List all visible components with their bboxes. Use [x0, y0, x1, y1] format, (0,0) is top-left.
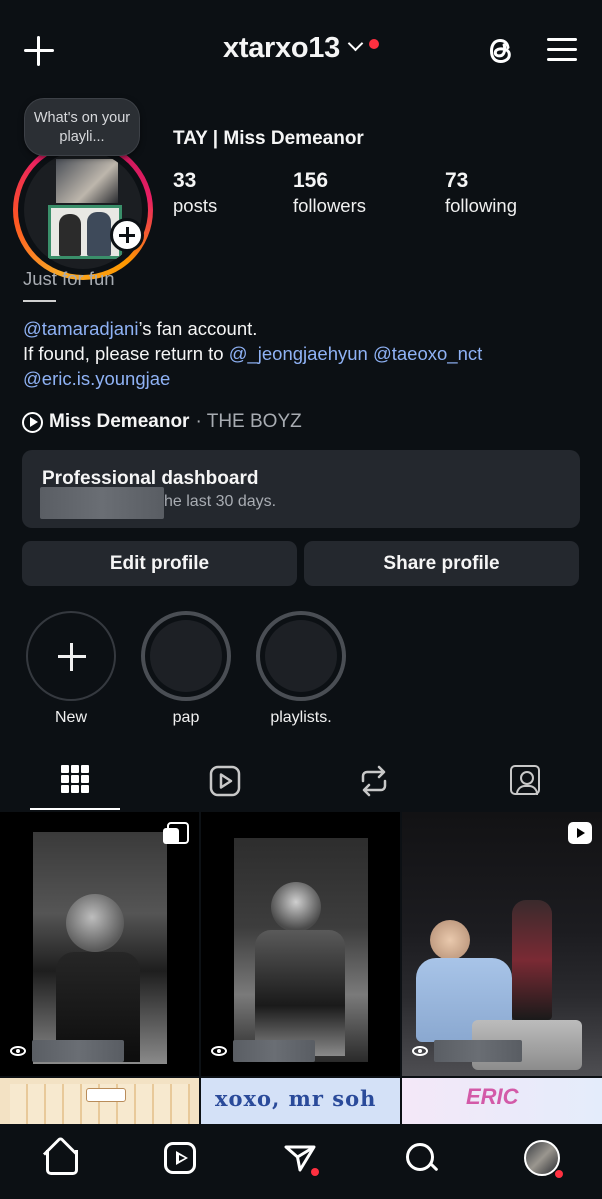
post-views: [211, 1040, 315, 1062]
reels-icon[interactable]: [160, 1138, 200, 1178]
profile-music[interactable]: Miss Demeanor · THE BOYZ: [22, 409, 302, 435]
grid-icon: [61, 765, 89, 793]
stat-label: following: [445, 195, 517, 216]
eye-icon: [211, 1046, 227, 1056]
threads-icon[interactable]: [484, 34, 518, 68]
reels-icon: [209, 765, 241, 797]
top-header: xtarxo13: [0, 0, 602, 100]
stat-value: 33: [173, 169, 197, 192]
grid-post[interactable]: ERIC: [402, 1078, 602, 1124]
send-icon[interactable]: [280, 1138, 320, 1178]
dashboard-subtitle: he last 30 days.: [40, 487, 560, 519]
play-circle-icon: [22, 411, 43, 433]
post-views: [412, 1040, 522, 1062]
post-caption: ERIC: [466, 1084, 519, 1109]
stat-followers[interactable]: 156 followers: [293, 168, 366, 218]
post-views: [10, 1040, 124, 1062]
posts-grid: xoxo, mr soh ERIC: [0, 812, 602, 1124]
mention-link[interactable]: @tamaradjani: [23, 318, 138, 339]
edit-profile-button[interactable]: Edit profile: [22, 541, 297, 586]
reposts-icon: [361, 765, 387, 797]
stat-label: followers: [293, 195, 366, 216]
highlight-playlists[interactable]: playlists.: [256, 611, 346, 727]
grid-post[interactable]: [402, 812, 602, 1076]
stat-following[interactable]: 73 following: [445, 168, 517, 218]
stat-label: posts: [173, 195, 218, 216]
profile-avatar-ring[interactable]: [13, 140, 153, 280]
highlight-cover: [256, 611, 346, 701]
grid-post[interactable]: xoxo, mr soh: [201, 1078, 400, 1124]
eye-icon: [412, 1046, 428, 1056]
chevron-down-icon[interactable]: [347, 35, 364, 52]
bottom-nav: [0, 1124, 602, 1199]
stat-posts[interactable]: 33 posts: [173, 168, 217, 218]
stat-value: 156: [293, 169, 329, 192]
bio-divider: [23, 300, 56, 302]
tagged-icon: [510, 765, 540, 795]
bio-line-3: @eric.is.youngjae: [23, 366, 170, 391]
highlight-pap[interactable]: pap: [141, 611, 231, 727]
grid-post[interactable]: [0, 812, 199, 1076]
note-bubble[interactable]: What's on your playli...: [24, 98, 140, 156]
display-name: TAY | Miss Demeanor: [173, 128, 364, 149]
highlight-label: pap: [172, 709, 200, 726]
tab-posts[interactable]: [0, 752, 150, 810]
mention-link[interactable]: @taeoxo_nct: [373, 343, 482, 364]
redacted-block: [434, 1040, 522, 1062]
active-tab-indicator: [30, 808, 120, 810]
notification-dot: [311, 1168, 319, 1176]
share-profile-button[interactable]: Share profile: [304, 541, 579, 586]
profile-category: Just for fun: [23, 268, 115, 289]
notification-dot: [555, 1170, 563, 1178]
post-caption: xoxo, mr soh: [215, 1086, 377, 1111]
grid-post[interactable]: [0, 1078, 199, 1124]
mention-link[interactable]: @eric.is.youngjae: [23, 368, 170, 389]
highlight-label: playlists.: [270, 709, 332, 726]
song-title: Miss Demeanor: [49, 411, 190, 432]
stat-value: 73: [445, 169, 469, 192]
eye-icon: [10, 1046, 26, 1056]
redacted-block: [233, 1040, 315, 1062]
tab-reels[interactable]: [150, 752, 300, 810]
profile-tabs: [0, 752, 602, 810]
tab-tagged[interactable]: [450, 752, 600, 810]
tab-reposts[interactable]: [300, 752, 450, 810]
bio-text: ’s fan account.: [138, 318, 258, 339]
bio-line-2: If found, please return to @_jeongjaehyu…: [23, 341, 482, 366]
highlight-cover: [141, 611, 231, 701]
grid-post[interactable]: [201, 812, 400, 1076]
highlight-new[interactable]: New: [26, 611, 116, 727]
carousel-icon: [163, 822, 189, 844]
hamburger-menu-icon[interactable]: [547, 38, 577, 62]
professional-dashboard[interactable]: Professional dashboard he last 30 days.: [22, 450, 580, 528]
redacted-block: [40, 487, 164, 519]
username[interactable]: xtarxo13: [223, 32, 340, 64]
profile-avatar[interactable]: [522, 1138, 563, 1178]
mention-link[interactable]: @_jeongjaehyun: [229, 343, 368, 364]
search-icon[interactable]: [400, 1138, 440, 1178]
bio-line-1: @tamaradjani’s fan account.: [23, 316, 257, 341]
notification-dot: [368, 39, 379, 49]
home-icon[interactable]: [40, 1138, 80, 1178]
add-story-icon[interactable]: [110, 218, 144, 252]
highlight-label: New: [54, 709, 87, 726]
reel-badge-icon: [568, 822, 592, 844]
song-artist: · THE BOYZ: [195, 411, 302, 432]
redacted-block: [32, 1040, 124, 1062]
bio-text: If found, please return to: [23, 343, 229, 364]
plus-icon: [26, 611, 116, 701]
